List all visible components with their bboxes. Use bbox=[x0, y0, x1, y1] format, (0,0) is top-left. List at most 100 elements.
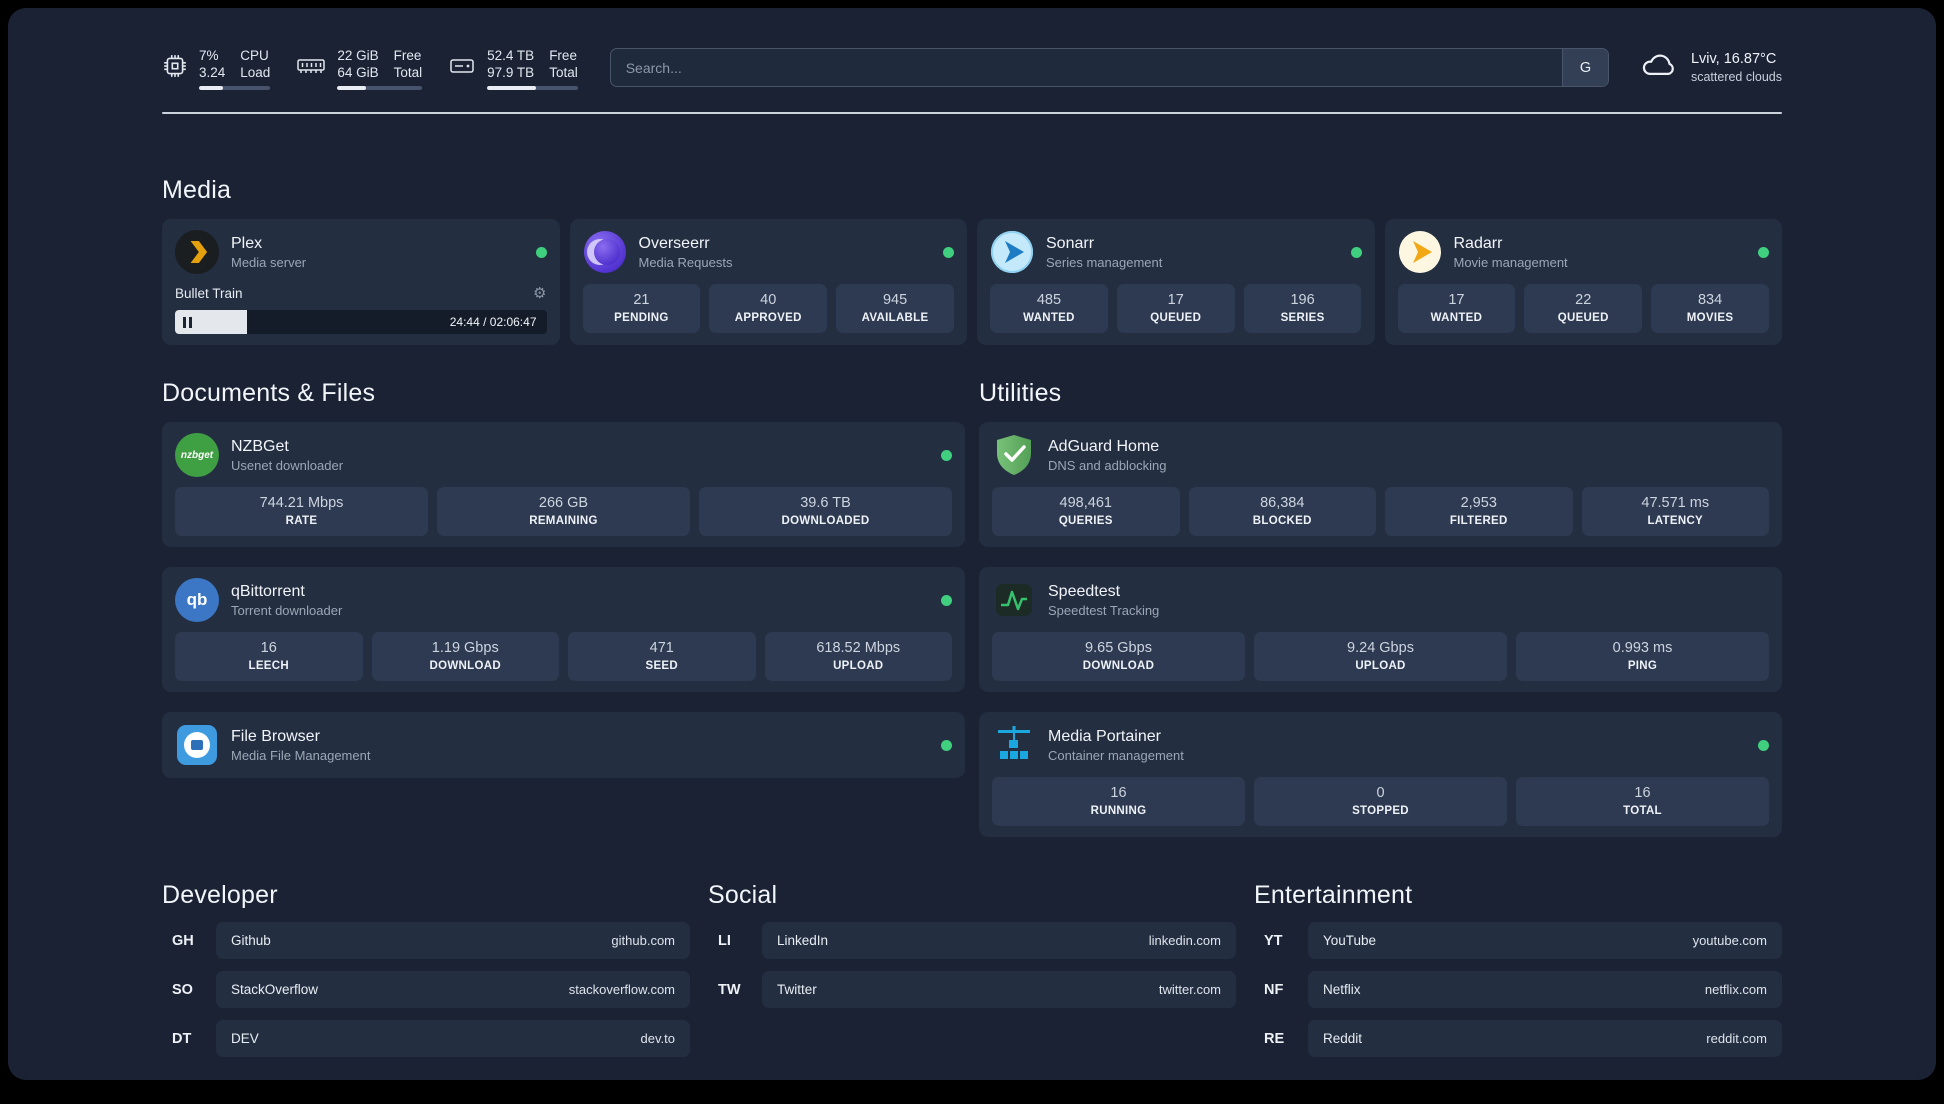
playback-time: 24:44 / 02:06:47 bbox=[449, 315, 537, 329]
cpu-label: CPU bbox=[240, 48, 269, 63]
adguard-icon bbox=[992, 433, 1036, 477]
section-title-social: Social bbox=[708, 881, 778, 909]
cpu-icon bbox=[162, 53, 188, 90]
bookmark-pill: Twitter twitter.com bbox=[762, 971, 1236, 1008]
stat-wanted: 485 WANTED bbox=[990, 284, 1108, 333]
bookmark-pill: LinkedIn linkedin.com bbox=[762, 922, 1236, 959]
bookmark-twitter[interactable]: TW Twitter twitter.com bbox=[708, 971, 1236, 1008]
app-card-qbittorrent[interactable]: qb qBittorrent Torrent downloader 16 LEE… bbox=[162, 567, 965, 692]
bookmark-pill: DEV dev.to bbox=[216, 1020, 690, 1057]
app-desc: Media Requests bbox=[638, 255, 733, 270]
bookmark-abbr: TW bbox=[718, 981, 741, 998]
bookmark-pill: Reddit reddit.com bbox=[1308, 1020, 1782, 1057]
search-input[interactable] bbox=[610, 49, 1562, 86]
bookmark-abbr: RE bbox=[1264, 1030, 1285, 1047]
bookmark-stackoverflow[interactable]: SO StackOverflow stackoverflow.com bbox=[162, 971, 690, 1008]
stat-total: 16 TOTAL bbox=[1516, 777, 1769, 826]
gear-icon[interactable]: ⚙ bbox=[533, 284, 546, 302]
bookmark-dev[interactable]: DT DEV dev.to bbox=[162, 1020, 690, 1057]
disk-free: 52.4 TB bbox=[487, 48, 535, 63]
app-card-adguard[interactable]: AdGuard Home DNS and adblocking 498,461 … bbox=[979, 422, 1782, 547]
app-desc: DNS and adblocking bbox=[1048, 458, 1167, 473]
disk-icon bbox=[448, 53, 476, 90]
bookmark-name: YouTube bbox=[1323, 933, 1377, 948]
section-media: Media Plex Media server Bullet Train ⚙ 2… bbox=[162, 176, 1782, 345]
bookmark-netflix[interactable]: NF Netflix netflix.com bbox=[1254, 971, 1782, 1008]
overseerr-icon bbox=[583, 230, 627, 274]
search-engine-button[interactable]: G bbox=[1561, 49, 1608, 86]
section-utilities: Utilities AdGuard Home DNS and adblockin… bbox=[979, 379, 1782, 837]
search-bar: G bbox=[609, 48, 1609, 87]
pause-icon[interactable] bbox=[183, 316, 192, 328]
bookmark-abbr: NF bbox=[1264, 981, 1284, 998]
bookmark-pill: YouTube youtube.com bbox=[1308, 922, 1782, 959]
bookmark-name: Netflix bbox=[1323, 982, 1361, 997]
app-card-sonarr[interactable]: Sonarr Series management 485 WANTED 17 Q… bbox=[977, 219, 1375, 345]
bookmark-url: netflix.com bbox=[1704, 982, 1767, 997]
stat-series: 196 SERIES bbox=[1243, 284, 1362, 333]
bookmark-linkedin[interactable]: LI LinkedIn linkedin.com bbox=[708, 922, 1236, 959]
cpu-widget: 7% 3.24 CPU Load bbox=[162, 48, 271, 90]
cpu-load-avg: 3.24 bbox=[199, 65, 226, 80]
filebrowser-icon bbox=[175, 723, 219, 767]
section-developer: Developer GH Github github.com SO StackO… bbox=[162, 881, 690, 1057]
status-dot bbox=[943, 246, 954, 258]
cpu-load-label: Load bbox=[240, 65, 271, 80]
now-playing-title: Bullet Train bbox=[175, 285, 243, 301]
stat-filtered: 2,953 FILTERED bbox=[1385, 487, 1573, 536]
stat-upload: 618.52 Mbps UPLOAD bbox=[764, 632, 952, 681]
status-dot bbox=[1350, 246, 1362, 258]
playback-progress-bar[interactable]: 24:44 / 02:06:47 bbox=[175, 310, 547, 334]
app-card-speedtest[interactable]: Speedtest Speedtest Tracking 9.65 Gbps D… bbox=[979, 567, 1782, 692]
app-card-radarr[interactable]: Radarr Movie management 17 WANTED 22 QUE… bbox=[1384, 219, 1782, 345]
status-dot bbox=[941, 594, 952, 606]
stat-running: 16 RUNNING bbox=[992, 777, 1245, 826]
app-card-portainer[interactable]: Media Portainer Container management 16 … bbox=[979, 712, 1782, 837]
bookmark-pill: Netflix netflix.com bbox=[1308, 971, 1782, 1008]
section-documents: Documents & Files nzbget NZBGet Usenet d… bbox=[162, 379, 965, 837]
stat-download: 1.19 Gbps DOWNLOAD bbox=[371, 632, 559, 681]
app-desc: Speedtest Tracking bbox=[1048, 603, 1160, 618]
bookmark-youtube[interactable]: YT YouTube youtube.com bbox=[1254, 922, 1782, 959]
cpu-usage-bar bbox=[199, 86, 271, 90]
stat-approved: 40 APPROVED bbox=[709, 284, 828, 333]
app-desc: Media File Management bbox=[231, 748, 371, 763]
app-card-filebrowser[interactable]: File Browser Media File Management bbox=[162, 712, 965, 778]
app-card-nzbget[interactable]: nzbget NZBGet Usenet downloader 744.21 M… bbox=[162, 422, 965, 547]
app-name: AdGuard Home bbox=[1048, 438, 1160, 455]
cpu-percent: 7% bbox=[199, 48, 219, 63]
bookmark-name: Reddit bbox=[1323, 1031, 1363, 1046]
bookmark-url: linkedin.com bbox=[1148, 933, 1221, 948]
disk-usage-bar bbox=[487, 86, 578, 90]
bookmark-reddit[interactable]: RE Reddit reddit.com bbox=[1254, 1020, 1782, 1057]
bookmark-url: github.com bbox=[611, 933, 675, 948]
disk-free-label: Free bbox=[549, 48, 577, 63]
stat-blocked: 86,384 BLOCKED bbox=[1188, 487, 1376, 536]
app-desc: Usenet downloader bbox=[231, 458, 344, 473]
weather-widget: Lviv, 16.87°C scattered clouds bbox=[1639, 50, 1782, 85]
cloud-icon bbox=[1639, 50, 1679, 85]
section-social: Social LI LinkedIn linkedin.com TW Twitt… bbox=[708, 881, 1236, 1057]
stat-ping: 0.993 ms PING bbox=[1516, 632, 1769, 681]
bookmark-name: LinkedIn bbox=[777, 933, 829, 948]
stat-upload: 9.24 Gbps UPLOAD bbox=[1254, 632, 1507, 681]
bookmark-abbr: LI bbox=[718, 932, 731, 949]
section-title-documents: Documents & Files bbox=[162, 379, 376, 407]
bookmark-name: Github bbox=[231, 933, 271, 948]
bookmark-url: stackoverflow.com bbox=[568, 982, 675, 997]
stat-remaining: 266 GB REMAINING bbox=[437, 487, 690, 536]
bookmark-github[interactable]: GH Github github.com bbox=[162, 922, 690, 959]
app-name: Speedtest bbox=[1048, 583, 1121, 600]
weather-location: Lviv, 16.87°C bbox=[1690, 51, 1777, 67]
ram-widget: 22 GiB 64 GiB Free Total bbox=[296, 48, 423, 90]
plex-icon bbox=[175, 230, 219, 274]
ram-total-label: Total bbox=[393, 65, 423, 80]
stat-pending: 21 PENDING bbox=[582, 284, 701, 333]
stat-latency: 47.571 ms LATENCY bbox=[1581, 487, 1769, 536]
app-card-plex[interactable]: Plex Media server Bullet Train ⚙ 24:44 /… bbox=[162, 219, 560, 345]
section-title-utilities: Utilities bbox=[979, 379, 1062, 407]
status-dot bbox=[941, 449, 952, 461]
status-dot bbox=[941, 739, 952, 751]
app-card-overseerr[interactable]: Overseerr Media Requests 21 PENDING 40 A… bbox=[569, 219, 967, 345]
section-entertainment: Entertainment YT YouTube youtube.com NF … bbox=[1254, 881, 1782, 1057]
